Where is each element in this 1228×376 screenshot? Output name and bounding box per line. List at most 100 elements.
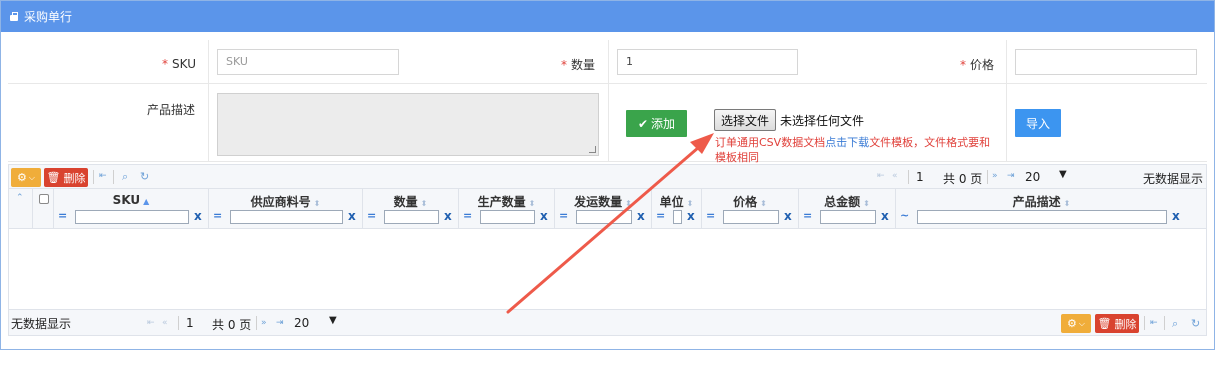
chevron-up-icon[interactable]: ⌃: [16, 193, 24, 203]
gear-icon: ⚙: [17, 171, 27, 184]
column-header[interactable]: SKU ▲ = x: [54, 189, 209, 229]
filter-input[interactable]: [917, 210, 1167, 224]
clear-filter-button[interactable]: x: [540, 209, 548, 223]
filter-operator[interactable]: =: [58, 209, 67, 222]
clear-filter-button[interactable]: x: [444, 209, 452, 223]
column-title[interactable]: 单位 ⬍: [652, 193, 701, 210]
sort-icon[interactable]: ⬍: [421, 199, 428, 208]
sku-input[interactable]: SKU: [217, 49, 399, 75]
column-header[interactable]: 数量 ⬍ = x: [363, 189, 459, 229]
column-title[interactable]: 产品描述 ⬍: [896, 193, 1187, 210]
caret-down-icon[interactable]: ▼: [329, 315, 337, 326]
prev-page-icon[interactable]: «: [892, 171, 898, 181]
filter-operator[interactable]: =: [803, 209, 812, 222]
briefcase-icon: [9, 11, 19, 22]
first-page-icon[interactable]: ⇤: [877, 171, 885, 181]
refresh-icon[interactable]: ↻: [140, 170, 149, 183]
filter-input[interactable]: [576, 210, 632, 224]
clear-filter-button[interactable]: x: [784, 209, 792, 223]
clear-filter-button[interactable]: x: [348, 209, 356, 223]
refresh-icon[interactable]: ↻: [1191, 317, 1200, 330]
filter-operator[interactable]: =: [367, 209, 376, 222]
import-button[interactable]: 导入: [1015, 109, 1061, 137]
choose-file-button[interactable]: 选择文件: [714, 109, 776, 131]
column-title[interactable]: 总金额 ⬍: [799, 193, 895, 210]
resize-handle-icon[interactable]: [589, 146, 596, 153]
column-header[interactable]: 发运数量 ⬍ = x: [555, 189, 652, 229]
sort-icon[interactable]: ⬍: [687, 199, 694, 208]
filter-input[interactable]: [673, 210, 682, 224]
filter-operator[interactable]: =: [706, 209, 715, 222]
line-grid: ⚙ ⌵ 🗑 删除 ⇤ ⌕ ↻ ⇤ « 1 共 0 页 » ⇥ 20 ▼ 无数据显示 …: [8, 164, 1207, 336]
filter-input[interactable]: [820, 210, 876, 224]
filter-input[interactable]: [230, 210, 343, 224]
first-page-icon[interactable]: ⇤: [147, 318, 155, 328]
clear-filter-button[interactable]: x: [687, 209, 695, 223]
price-label: * 价格: [959, 58, 994, 72]
delete-button[interactable]: 🗑 删除: [44, 168, 88, 187]
prev-page-icon[interactable]: «: [162, 318, 168, 328]
price-input[interactable]: [1015, 49, 1197, 75]
filter-operator[interactable]: =: [463, 209, 472, 222]
column-header[interactable]: 价格 ⬍ = x: [702, 189, 799, 229]
chevron-down-icon: ⌵: [28, 172, 35, 182]
download-template-link[interactable]: 点击下载: [825, 136, 869, 149]
column-title[interactable]: 数量 ⬍: [363, 193, 458, 210]
column-header[interactable]: 产品描述 ⬍ ~ x: [896, 189, 1187, 229]
column-title[interactable]: 发运数量 ⬍: [555, 193, 651, 210]
column-title[interactable]: 生产数量 ⬍: [459, 193, 554, 210]
search-icon[interactable]: ⌕: [122, 170, 128, 184]
column-title[interactable]: 供应商料号 ⬍: [209, 193, 362, 210]
filter-operator[interactable]: =: [213, 209, 222, 222]
clear-filter-button[interactable]: x: [1172, 209, 1180, 223]
sort-icon[interactable]: ⬍: [863, 199, 870, 208]
filter-input[interactable]: [384, 210, 439, 224]
sort-icon[interactable]: ⬍: [625, 199, 632, 208]
filter-operator[interactable]: =: [656, 209, 665, 222]
next-page-icon[interactable]: »: [261, 318, 267, 328]
filter-operator[interactable]: =: [559, 209, 568, 222]
bottom-page-size-select[interactable]: 20: [294, 316, 309, 330]
column-title[interactable]: 价格 ⬍: [702, 193, 798, 210]
settings-dropdown-button[interactable]: ⚙ ⌵: [1061, 314, 1091, 333]
sort-icon[interactable]: ⬍: [529, 199, 536, 208]
sort-icon[interactable]: ⬍: [1064, 199, 1071, 208]
next-page-icon[interactable]: »: [992, 171, 998, 181]
filter-input[interactable]: [723, 210, 779, 224]
select-all-checkbox[interactable]: [39, 194, 49, 204]
first-page-icon[interactable]: ⇤: [99, 171, 107, 181]
csv-template-hint: 订单通用CSV数据文档点击下载文件模板，文件格式要和模板相同: [715, 136, 991, 164]
trash-icon: 🗑: [1097, 317, 1112, 330]
top-page-size-select[interactable]: 20: [1025, 170, 1040, 184]
last-page-icon[interactable]: ⇥: [1007, 171, 1015, 181]
sort-icon[interactable]: ⬍: [314, 199, 321, 208]
grid-top-toolbar: ⚙ ⌵ 🗑 删除 ⇤ ⌕ ↻ ⇤ « 1 共 0 页 » ⇥ 20 ▼ 无数据显示: [9, 165, 1206, 189]
clear-filter-button[interactable]: x: [881, 209, 889, 223]
settings-dropdown-button[interactable]: ⚙ ⌵: [11, 168, 41, 187]
filter-input[interactable]: [480, 210, 535, 224]
column-header[interactable]: 总金额 ⬍ = x: [799, 189, 896, 229]
sort-icon[interactable]: ▲: [143, 197, 149, 206]
column-header[interactable]: 生产数量 ⬍ = x: [459, 189, 555, 229]
bottom-current-page[interactable]: 1: [186, 316, 194, 330]
search-icon[interactable]: ⌕: [1172, 317, 1178, 331]
add-button[interactable]: ✔ 添加: [626, 110, 687, 137]
first-page-icon[interactable]: ⇤: [1150, 318, 1158, 328]
filter-operator[interactable]: ~: [900, 209, 909, 222]
column-header[interactable]: 供应商料号 ⬍ = x: [209, 189, 363, 229]
column-label: SKU: [112, 193, 141, 207]
quantity-input[interactable]: 1: [617, 49, 798, 75]
delete-button[interactable]: 🗑 删除: [1095, 314, 1139, 333]
sort-icon[interactable]: ⬍: [760, 199, 767, 208]
column-header[interactable]: 单位 ⬍ = x: [652, 189, 702, 229]
last-page-icon[interactable]: ⇥: [276, 318, 284, 328]
clear-filter-button[interactable]: x: [637, 209, 645, 223]
clear-filter-button[interactable]: x: [194, 209, 202, 223]
description-textarea[interactable]: [217, 93, 599, 156]
top-current-page[interactable]: 1: [916, 170, 924, 184]
filter-input[interactable]: [75, 210, 189, 224]
caret-down-icon[interactable]: ▼: [1059, 169, 1067, 180]
grid-footer: 无数据显示 ⇤ « 1 共 0 页 » ⇥ 20 ▼ ⚙ ⌵ 🗑 删除 ⇤ ⌕ ↻: [9, 309, 1206, 335]
column-title[interactable]: SKU ▲: [54, 193, 208, 207]
column-label: 价格: [733, 195, 758, 209]
